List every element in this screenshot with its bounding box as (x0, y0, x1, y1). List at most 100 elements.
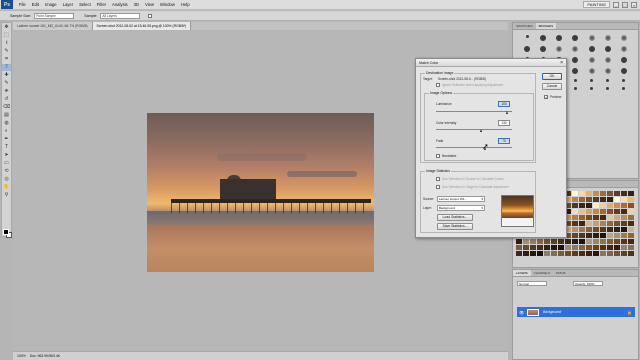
color-swatch[interactable] (586, 239, 592, 244)
tab-screen-shot[interactable]: Screen-shot 2012-08-02 at 15.46.05.png @… (92, 22, 192, 30)
brush-preset[interactable] (590, 87, 594, 90)
color-swatch[interactable] (586, 251, 592, 256)
brush-preset[interactable] (606, 79, 610, 82)
eyedropper-tool-icon[interactable]: ℐ (2, 64, 11, 71)
brush-preset[interactable] (588, 46, 595, 52)
color-swatch[interactable] (572, 209, 578, 214)
brush-preset[interactable] (572, 57, 579, 63)
brush-preset[interactable] (573, 87, 577, 90)
color-swatch[interactable] (579, 197, 585, 202)
color-swatch[interactable] (600, 197, 606, 202)
color-swatch[interactable] (621, 239, 627, 244)
color-swatch[interactable] (600, 215, 606, 220)
color-swatch[interactable] (607, 197, 613, 202)
color-swatch[interactable] (579, 203, 585, 208)
brush-preset[interactable] (588, 57, 595, 63)
tab-latimer-sunset[interactable]: Latimer sunset 161_MG_6140, 66.7% (RGB/8… (13, 22, 93, 30)
color-swatch[interactable] (565, 239, 571, 244)
layer-row-background[interactable]: 👁 Background 🔒 (517, 307, 635, 317)
color-intensity-slider[interactable] (436, 129, 512, 130)
color-swatch[interactable] (551, 251, 557, 256)
brush-preset[interactable] (604, 57, 611, 63)
color-swatch[interactable] (572, 215, 578, 220)
color-swatch[interactable] (628, 215, 634, 220)
color-swatch[interactable] (593, 251, 599, 256)
color-swatch[interactable] (516, 245, 522, 250)
color-swatch[interactable] (537, 245, 543, 250)
tab-paths[interactable]: PATHS (553, 270, 569, 276)
color-swatch[interactable] (572, 227, 578, 232)
color-swatch[interactable] (614, 251, 620, 256)
dodge-tool-icon[interactable]: ◐ (2, 128, 11, 135)
color-swatch[interactable] (621, 233, 627, 238)
color-swatch[interactable] (537, 239, 543, 244)
color-swatch[interactable] (614, 245, 620, 250)
color-swatch[interactable] (621, 203, 627, 208)
opacity-field[interactable]: Opacity: 100% (573, 281, 603, 286)
color-swatch[interactable] (586, 215, 592, 220)
color-swatch[interactable] (614, 233, 620, 238)
ok-button[interactable]: OK (542, 73, 562, 80)
menu-edit[interactable]: Edit (32, 2, 39, 7)
brush-preset[interactable] (604, 35, 611, 41)
brush-preset[interactable] (620, 46, 627, 52)
brush-preset[interactable] (604, 46, 611, 52)
brush-preset[interactable] (604, 68, 611, 74)
show-sampling-ring-checkbox[interactable] (148, 13, 153, 18)
brush-preset[interactable] (590, 79, 594, 82)
brush-preset[interactable] (572, 46, 579, 52)
color-swatch[interactable] (537, 251, 543, 256)
color-swatch[interactable] (621, 227, 627, 232)
color-swatch[interactable] (579, 221, 585, 226)
color-swatch[interactable] (572, 251, 578, 256)
gradient-tool-icon[interactable]: ▤ (2, 112, 11, 119)
brush-preset[interactable] (606, 87, 610, 90)
menu-file[interactable]: File (19, 2, 26, 7)
workspace-switcher[interactable]: PAINTING (583, 1, 610, 8)
color-swatch[interactable] (614, 209, 620, 214)
brush-preset[interactable] (573, 79, 577, 82)
brush-preset[interactable] (622, 79, 626, 82)
marquee-tool-icon[interactable]: ⬚ (2, 32, 11, 39)
color-swatch[interactable] (586, 221, 592, 226)
menu-filter[interactable]: Filter (97, 2, 106, 7)
save-statistics-button[interactable]: Save Statistics... (437, 223, 473, 230)
quick-select-tool-icon[interactable]: ✎ (2, 48, 11, 55)
blend-mode-select[interactable]: Normal (517, 281, 547, 286)
color-swatch[interactable] (558, 245, 564, 250)
color-swatch[interactable] (523, 245, 529, 250)
color-swatch[interactable] (579, 239, 585, 244)
color-swatch[interactable] (607, 215, 613, 220)
brush-preset[interactable] (556, 35, 563, 41)
color-swatch[interactable] (586, 209, 592, 214)
menu-select[interactable]: Select (79, 2, 91, 7)
minimize-button[interactable]: – (613, 1, 619, 8)
color-swatch[interactable] (593, 191, 599, 196)
crop-tool-icon[interactable]: ⌗ (2, 56, 11, 63)
color-swatch[interactable] (614, 239, 620, 244)
color-swatch[interactable] (621, 245, 627, 250)
color-swatch[interactable] (628, 227, 634, 232)
ignore-selection-checkbox[interactable] (436, 83, 440, 87)
hand-tool-icon[interactable]: ✋ (2, 184, 11, 191)
brush-preset[interactable] (572, 68, 579, 74)
close-window-button[interactable]: × (631, 1, 637, 8)
color-swatch[interactable] (593, 227, 599, 232)
color-swatch[interactable] (572, 245, 578, 250)
color-swatch[interactable] (593, 221, 599, 226)
color-swatch[interactable] (579, 191, 585, 196)
color-swatch[interactable] (628, 233, 634, 238)
color-swatch[interactable] (607, 251, 613, 256)
color-swatch[interactable] (523, 239, 529, 244)
color-swatch[interactable] (572, 221, 578, 226)
type-tool-icon[interactable]: T (2, 144, 11, 151)
color-swatch[interactable] (572, 197, 578, 202)
color-intensity-slider-thumb[interactable] (480, 129, 482, 132)
color-swatch[interactable] (621, 191, 627, 196)
color-swatch[interactable] (593, 203, 599, 208)
sample-select[interactable]: All Layers (100, 12, 141, 19)
menu-view[interactable]: View (145, 2, 154, 7)
color-swatch[interactable] (579, 209, 585, 214)
brush-preset[interactable] (540, 46, 547, 52)
brush-preset[interactable] (524, 46, 531, 52)
